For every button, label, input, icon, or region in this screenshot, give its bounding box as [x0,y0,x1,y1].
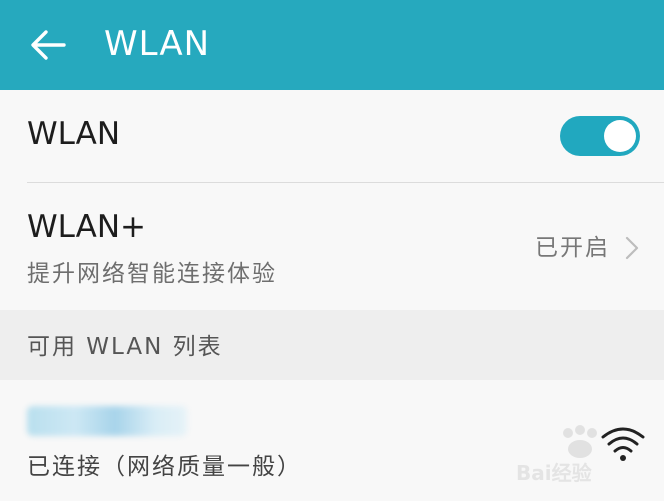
wlan-label: WLAN [27,116,121,152]
paw-icon [563,425,597,458]
arrow-left-icon [31,30,66,60]
wlan-toggle-switch[interactable] [560,116,640,156]
section-header-label: 可用 WLAN 列表 [27,334,223,360]
wlan-plus-row[interactable]: WLAN+ 提升网络智能连接体验 已开启 [0,183,664,310]
wlan-plus-status: 已开启 [535,235,610,261]
network-ssid-blurred [27,406,187,436]
app-bar: WLAN [0,0,664,90]
back-button[interactable] [20,18,76,72]
page-title: WLAN [104,24,211,64]
chevron-right-icon [625,236,639,260]
network-status: 已连接（网络质量一般） [27,454,302,480]
available-wlan-section-header: 可用 WLAN 列表 [0,310,664,380]
wlan-plus-subtitle: 提升网络智能连接体验 [27,261,277,287]
toggle-knob [604,120,636,152]
wlan-plus-label: WLAN+ [27,209,147,245]
baidu-watermark: Bai经验 [508,425,658,495]
watermark-text: Bai经验 [516,461,592,485]
wlan-toggle-row[interactable]: WLAN [0,90,664,182]
wlan-settings-screen: WLAN WLAN WLAN+ 提升网络智能连接体验 已开启 可用 WLAN 列… [0,0,664,501]
